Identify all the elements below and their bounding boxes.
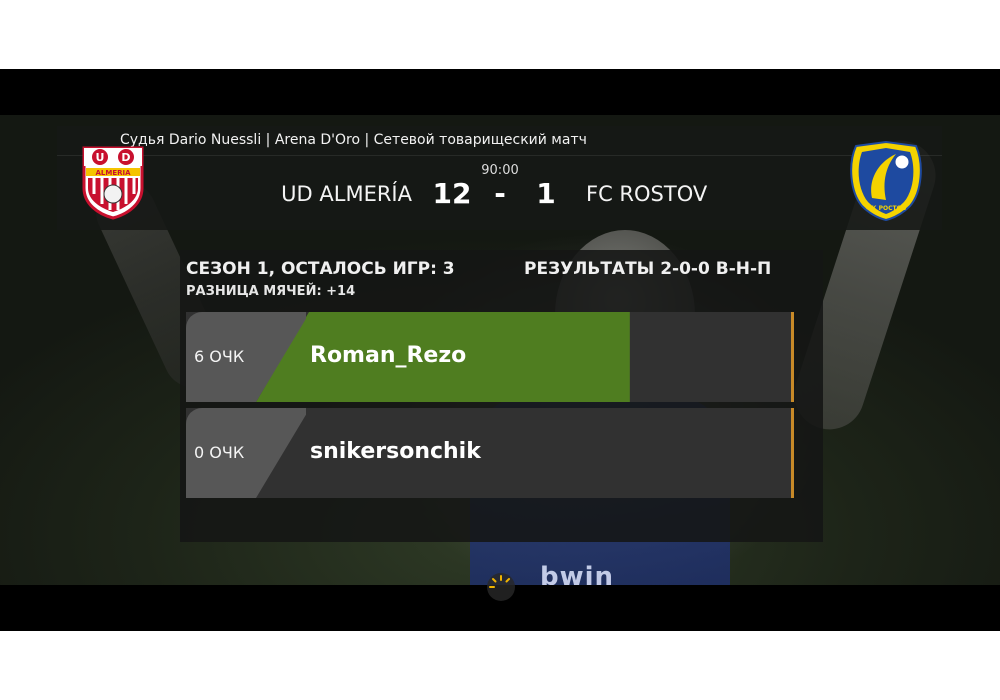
away-team-name: FC ROSTOV	[586, 182, 708, 206]
rostov-crest-icon: ФК РОСТОВ	[850, 140, 922, 222]
almeria-crest-icon: U D ALMERIA	[82, 146, 144, 220]
match-info: Судья Dario Nuessli | Arena D'Oro | Сете…	[120, 132, 587, 148]
svg-text:ФК РОСТОВ: ФК РОСТОВ	[866, 205, 907, 212]
home-team-name: UD ALMERÍA	[281, 182, 412, 206]
row-accent	[791, 312, 794, 402]
jersey-sponsor: bwin	[540, 562, 615, 585]
player-name: snikersonchik	[310, 439, 481, 464]
svg-text:U: U	[96, 151, 105, 164]
player-points: 6 ОЧК	[194, 347, 245, 366]
match-time: 90:00	[481, 163, 519, 178]
svg-text:D: D	[121, 151, 130, 164]
standings-row: 6 ОЧК Roman_Rezo	[186, 312, 794, 402]
away-score: 1	[536, 177, 556, 210]
svg-text:ALMERIA: ALMERIA	[95, 169, 131, 177]
score-separator: -	[494, 177, 506, 210]
player-points: 0 ОЧК	[194, 443, 245, 462]
header-divider	[57, 155, 942, 156]
player-name: Roman_Rezo	[310, 343, 467, 368]
letterbox-top	[0, 69, 1000, 115]
season-title: СЕЗОН 1, ОСТАЛОСЬ ИГР: 3	[186, 259, 455, 279]
season-results: РЕЗУЛЬТАТЫ 2-0-0 В-Н-П	[524, 259, 772, 279]
row-accent	[791, 408, 794, 498]
loading-spinner-icon	[487, 573, 515, 601]
standings-row: 0 ОЧК snikersonchik	[186, 408, 794, 498]
goal-difference: РАЗНИЦА МЯЧЕЙ: +14	[186, 284, 356, 299]
home-score: 12	[432, 177, 472, 210]
